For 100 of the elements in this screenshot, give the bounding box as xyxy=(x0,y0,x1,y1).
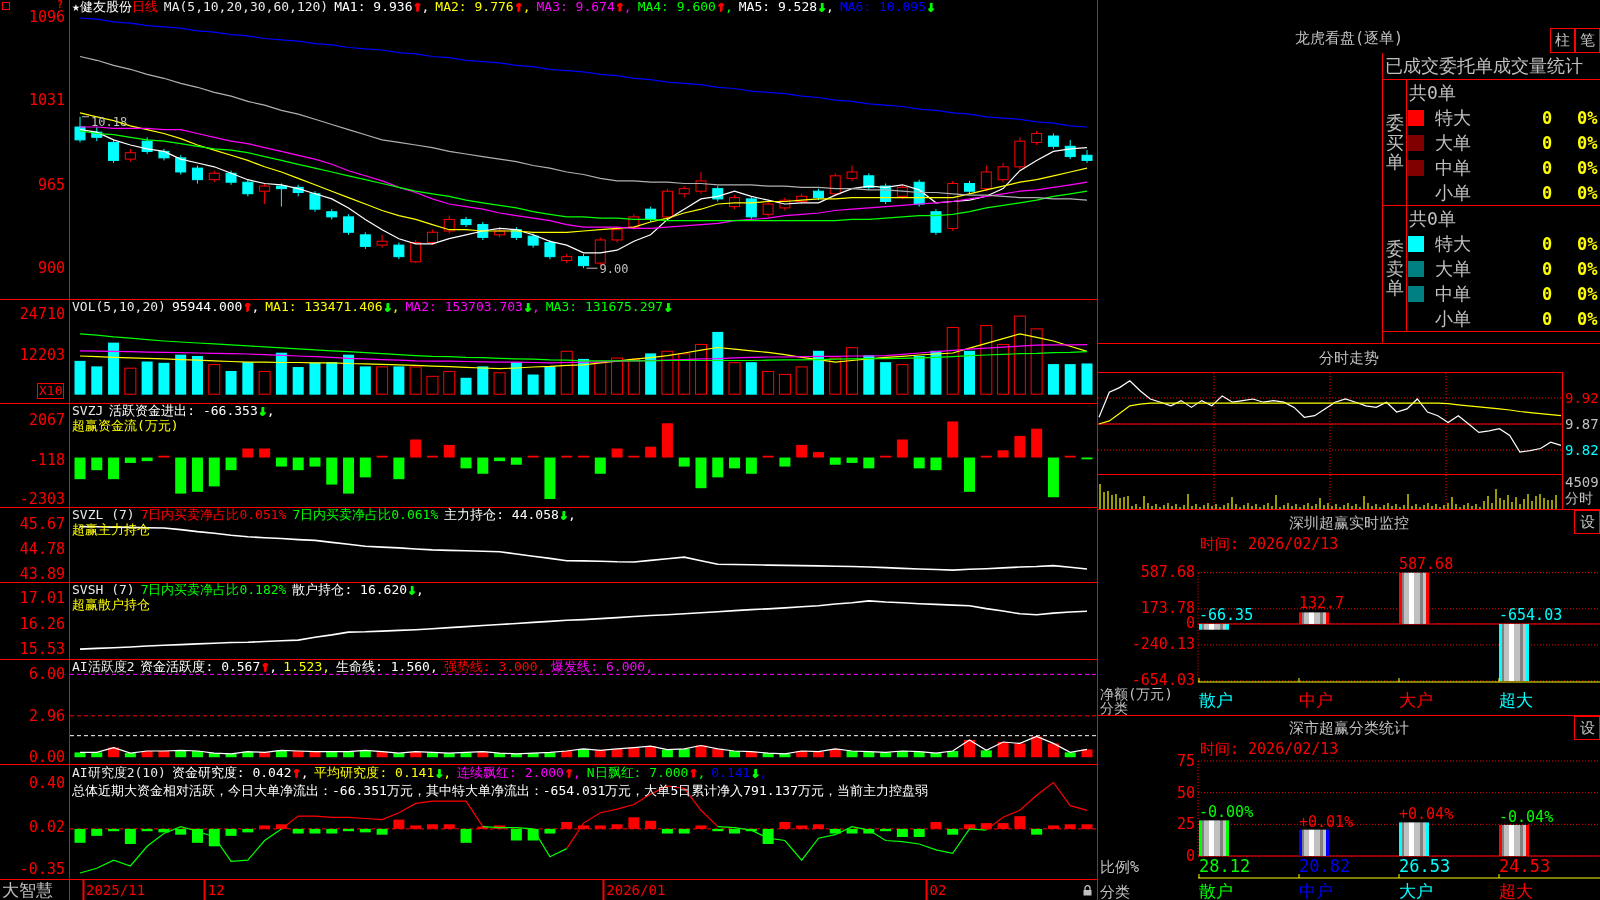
candlestick xyxy=(242,179,254,197)
category-label: 大户 xyxy=(1399,881,1433,900)
axis-label: 2.96 xyxy=(28,709,65,725)
axis-label: 587.68 xyxy=(1140,562,1195,581)
candlestick xyxy=(275,183,287,208)
order-share: 0% xyxy=(1577,233,1598,254)
legend-item: 7日内买卖净占比0.051% xyxy=(140,507,287,522)
candlestick xyxy=(578,253,589,269)
panel-title: 分时走势 xyxy=(1319,349,1379,367)
axis-label: 50 xyxy=(1176,783,1195,802)
candlestick xyxy=(829,172,841,197)
candlestick xyxy=(192,165,203,184)
candlestick xyxy=(712,185,724,202)
legend-item: MA1: 133471.406↓, xyxy=(265,299,400,314)
order-share: 0% xyxy=(1577,107,1598,128)
category-label: 中户 xyxy=(1299,881,1333,900)
annotation: 9.00 xyxy=(599,262,629,277)
candlestick xyxy=(561,253,573,264)
settings-button[interactable]: 设 xyxy=(1574,510,1600,534)
view-toggle-button[interactable]: 柱 xyxy=(1550,28,1575,53)
value-label: 26.53 xyxy=(1399,856,1451,876)
table-title: 已成交委托单成交量统计 xyxy=(1385,55,1583,77)
legend-item: N日飘红: 7.000↑, xyxy=(586,764,706,782)
axis-label: 1096 xyxy=(28,9,65,25)
candlestick xyxy=(947,180,959,232)
candlestick xyxy=(645,206,657,223)
axis-label: 965 xyxy=(37,177,65,193)
indicator-subtitle: 超赢散户持仓 xyxy=(72,597,150,612)
candlestick xyxy=(309,190,321,213)
date-axis-label: 2026/01 xyxy=(602,880,666,900)
legend-item: MA1: 9.936↑, xyxy=(334,0,430,14)
legend-item: MA2: 153703.703↓, xyxy=(405,299,540,314)
legend-item: 生命线: 1.560, xyxy=(336,659,438,674)
indicator-subtitle: 超赢资金流(万元) xyxy=(72,418,179,433)
axis-label: 1031 xyxy=(28,93,65,109)
order-count: 0 xyxy=(1542,107,1553,128)
indicator-title: SVZL (7) xyxy=(72,507,135,522)
category-label: 散户 xyxy=(1199,881,1233,900)
panel-title: 深市超赢分类统计 xyxy=(1289,719,1409,737)
axis-label: 25 xyxy=(1176,815,1195,834)
order-share: 0% xyxy=(1577,308,1598,329)
value-label: 132.7 xyxy=(1299,594,1345,613)
change-label: -0.04% xyxy=(1499,807,1554,826)
candlestick xyxy=(460,216,472,228)
legend-item: 0.141↓, xyxy=(711,764,768,782)
candlestick xyxy=(527,233,539,249)
candlestick xyxy=(376,234,388,249)
candlestick xyxy=(1047,132,1059,150)
legend-item: 平均研究度: 0.141↓, xyxy=(314,764,452,782)
square-icon xyxy=(2,2,10,10)
order-count: 0 xyxy=(1542,233,1553,254)
axis-label: 24710 xyxy=(19,307,65,323)
axis-label: 900 xyxy=(37,261,65,277)
candlestick xyxy=(880,183,892,205)
legend-item: MA6: 10.095↓ xyxy=(839,0,936,14)
date-axis-label: 02 xyxy=(925,880,947,900)
legend-item: 活跃资金进出: -66.353↓, xyxy=(109,403,275,418)
candlestick xyxy=(628,213,640,231)
value-label: 28.12 xyxy=(1199,856,1251,876)
candlestick xyxy=(158,148,170,161)
candlestick xyxy=(930,208,942,236)
axis-label: 0 xyxy=(1185,847,1195,865)
axis-label: -118 xyxy=(28,452,65,468)
brand-name: 大智慧 xyxy=(2,880,53,900)
order-share: 0% xyxy=(1577,182,1598,203)
timestamp: 时间: 2026/02/13 xyxy=(1200,741,1339,757)
legend-item: MA5: 9.528↓, xyxy=(738,0,834,14)
candlestick xyxy=(426,229,438,246)
candlestick xyxy=(510,226,522,241)
order-share: 0% xyxy=(1577,258,1598,279)
legend-item: 95944.000↑, xyxy=(171,299,260,314)
volume-caption: 分时 xyxy=(1564,490,1593,506)
settings-button[interactable]: 设 xyxy=(1574,716,1600,740)
candlestick xyxy=(863,172,875,191)
candlestick xyxy=(326,208,338,220)
view-toggle-button[interactable]: 笔 xyxy=(1575,28,1600,53)
axis-label: 9.92 xyxy=(1565,391,1599,405)
order-total: 共0单 xyxy=(1409,207,1456,230)
candlestick xyxy=(964,180,975,195)
candlestick xyxy=(225,170,237,186)
axis-label: -2303 xyxy=(19,492,65,508)
candlestick xyxy=(477,221,489,241)
axis-title: 分类 xyxy=(1100,883,1130,900)
axis-label: 9.82 xyxy=(1565,443,1599,458)
candlestick xyxy=(1031,130,1043,146)
axis-title: 分类 xyxy=(1100,700,1128,716)
order-share: 0% xyxy=(1577,157,1598,178)
candlestick xyxy=(812,188,824,201)
axis-label: -654.03 xyxy=(1131,671,1195,689)
candlestick xyxy=(343,213,355,236)
candlestick xyxy=(393,242,405,260)
candlestick xyxy=(729,194,741,210)
panel-title: 龙虎看盘(逐单) xyxy=(1294,29,1404,49)
indicator-title: SVZJ xyxy=(72,403,104,418)
group-label: 委卖单 xyxy=(1385,238,1404,299)
axis-label: -0.35 xyxy=(19,862,65,878)
candlestick xyxy=(611,226,623,244)
legend-item: MA4: 9.600↑, xyxy=(637,0,733,14)
indicator-title: SVSH (7) xyxy=(72,582,135,597)
timestamp: 时间: 2026/02/13 xyxy=(1200,536,1339,552)
